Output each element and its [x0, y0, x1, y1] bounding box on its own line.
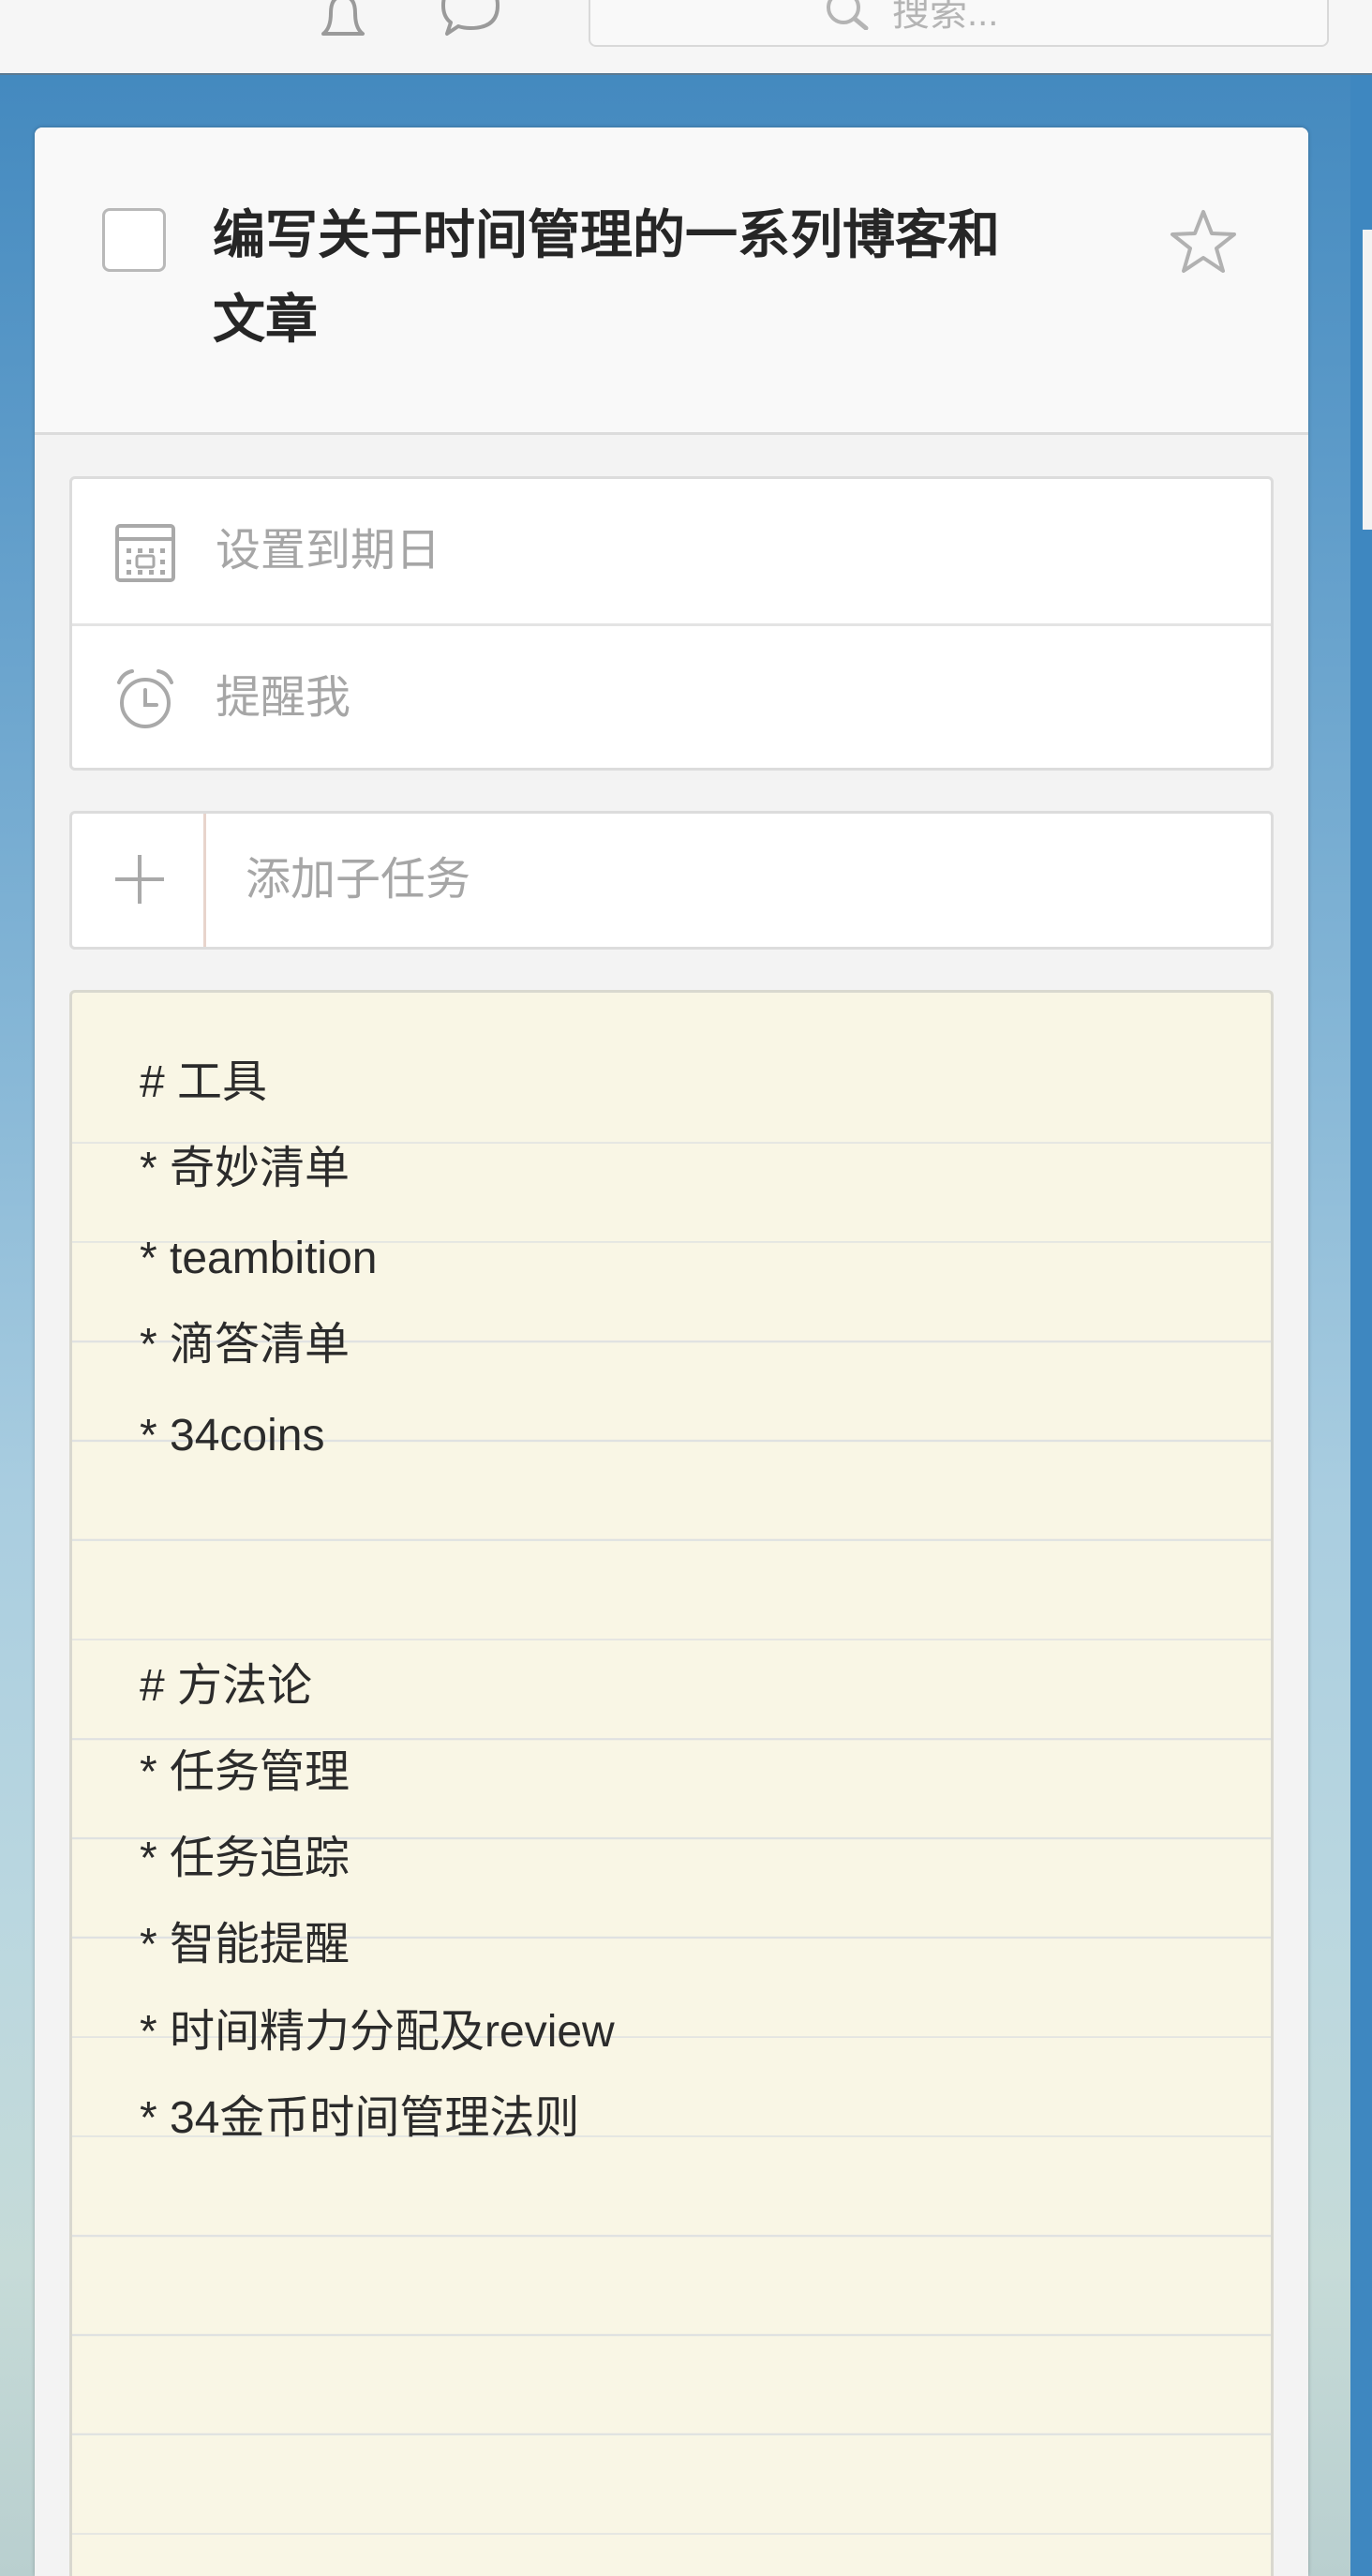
- plus-icon: [110, 849, 170, 909]
- note-line: * 任务管理: [140, 1747, 350, 1797]
- task-title-line-1: 编写关于时间管理的一系列博客和: [213, 205, 1000, 264]
- task-title[interactable]: 编写关于时间管理的一系列博客和 文章: [213, 193, 1159, 362]
- note-line: * 34coins: [140, 1411, 325, 1460]
- dates-section: 设置到期日 提醒我: [69, 476, 1274, 771]
- due-date-label: 设置到期日: [216, 526, 441, 576]
- task-complete-checkbox[interactable]: [102, 208, 166, 272]
- add-subtask-button[interactable]: [72, 814, 206, 947]
- reminder-label: 提醒我: [216, 673, 351, 723]
- calendar-icon: [112, 518, 179, 586]
- note-line: * 滴答清单: [140, 1320, 350, 1370]
- due-date-row[interactable]: 设置到期日: [72, 479, 1271, 626]
- add-subtask-field[interactable]: 添加子任务: [69, 811, 1274, 950]
- background-window-edge: [1350, 75, 1372, 2576]
- notes-editor[interactable]: # 工具 * 奇妙清单 * teambition * 滴答清单 * 34coin…: [69, 990, 1274, 2576]
- note-line: * 时间精力分配及review: [140, 2007, 615, 2057]
- note-line: # 方法论: [140, 1661, 313, 1711]
- task-detail-panel: 编写关于时间管理的一系列博客和 文章 设置到期日 提醒我 添加子任务 # 工具 …: [35, 127, 1308, 2576]
- bell-icon[interactable]: [310, 0, 376, 49]
- chat-bubble-icon[interactable]: [438, 0, 503, 49]
- alarm-clock-icon: [112, 666, 179, 733]
- search-icon: [825, 0, 872, 31]
- add-subtask-placeholder: 添加子任务: [246, 855, 471, 905]
- reminder-row[interactable]: 提醒我: [72, 626, 1271, 771]
- note-line: # 工具: [140, 1057, 268, 1107]
- task-header: 编写关于时间管理的一系列博客和 文章: [35, 127, 1308, 435]
- note-line: * 智能提醒: [140, 1920, 350, 1969]
- note-line: * 34金币时间管理法则: [140, 2093, 580, 2143]
- background-panel: [1363, 230, 1372, 530]
- search-placeholder: 搜索...: [892, 0, 999, 34]
- search-input[interactable]: 搜索...: [589, 0, 1329, 47]
- top-toolbar: 搜索...: [0, 0, 1372, 75]
- note-line: * teambition: [140, 1234, 378, 1283]
- task-title-line-2: 文章: [213, 290, 318, 349]
- note-line: * 奇妙清单: [140, 1144, 350, 1193]
- star-icon[interactable]: [1166, 204, 1241, 279]
- note-line: * 任务追踪: [140, 1834, 350, 1883]
